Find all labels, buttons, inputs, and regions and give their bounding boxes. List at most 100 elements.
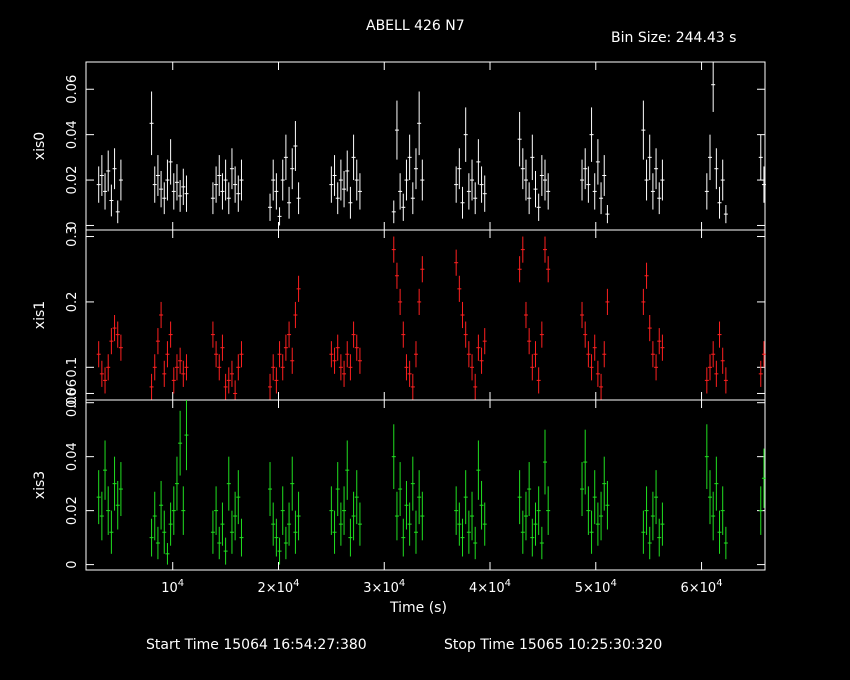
data-point-xis3 [226,456,231,511]
data-point-xis0 [112,148,117,190]
data-point-xis3 [404,480,409,530]
data-point-xis0 [723,205,728,224]
data-point-xis0 [599,182,604,215]
data-point-xis1 [283,334,288,361]
data-point-xis1 [580,301,585,329]
data-point-xis0 [271,159,276,201]
data-point-xis1 [404,354,409,381]
data-point-xis0 [335,182,340,215]
data-point-xis1 [454,249,459,276]
data-point-xis0 [654,148,659,190]
panel-frame-xis0 [85,61,766,231]
data-point-xis3 [118,462,123,517]
data-point-xis0 [233,166,238,203]
data-point-xis1 [152,354,157,381]
data-point-xis1 [149,373,154,400]
data-point-xis0 [290,148,295,190]
data-point-xis0 [236,175,241,212]
data-point-xis0 [178,180,183,212]
data-point-xis3 [357,502,362,546]
data-point-xis0 [592,173,597,210]
data-point-xis0 [647,134,652,181]
data-point-xis1 [184,354,189,381]
data-point-xis0 [476,139,481,185]
data-point-xis0 [152,166,157,203]
data-point-xis0 [348,186,353,219]
data-point-xis0 [657,182,662,215]
data-point-xis0 [171,173,176,210]
data-point-xis0 [155,155,160,196]
data-point-xis3 [220,502,225,546]
data-point-xis1 [413,341,418,368]
data-point-xis1 [720,347,725,374]
data-point-xis0 [586,166,591,203]
data-point-xis0 [168,139,173,185]
data-point-xis3 [454,486,459,535]
data-point-xis0 [165,159,170,201]
data-point-xis0 [530,134,535,181]
data-point-xis1 [470,354,475,381]
data-point-xis0 [398,173,403,210]
data-point-xis1 [641,288,646,315]
data-point-xis3 [714,456,719,511]
data-point-xis1 [162,360,167,387]
y-tick-label: 0.1 [65,357,80,378]
data-point-xis0 [214,166,219,203]
data-point-xis1 [407,360,412,387]
data-point-xis3 [283,526,288,560]
data-point-xis1 [517,256,522,283]
data-point-xis1 [723,367,728,394]
data-point-xis1 [342,360,347,387]
data-point-xis1 [714,360,719,387]
data-point-xis3 [647,526,652,560]
data-point-xis3 [407,502,412,546]
data-point-xis0 [660,159,665,201]
data-point-xis1 [118,334,123,361]
data-point-xis3 [165,543,170,565]
data-point-xis0 [401,193,406,221]
data-point-xis1 [96,341,101,368]
data-point-xis1 [178,347,183,374]
data-point-xis3 [605,480,610,530]
data-point-xis0 [720,159,725,201]
data-point-xis1 [644,262,649,289]
data-point-xis3 [338,502,343,546]
data-point-xis3 [103,440,108,500]
lightcurve-plot: 00.020.040.06xis00.060.10.20.3xis100.020… [32,61,766,596]
data-point-xis1 [394,262,399,289]
data-point-xis0 [717,186,722,219]
data-point-xis0 [704,173,709,210]
data-point-xis0 [602,155,607,196]
data-point-xis3 [517,470,522,525]
data-point-xis1 [717,321,722,348]
y-axis-label-xis1: xis1 [32,301,48,329]
data-point-xis1 [530,354,535,381]
data-point-xis3 [592,470,597,525]
data-point-xis1 [239,341,244,368]
data-point-xis1 [290,347,295,374]
data-point-xis0 [280,159,285,201]
data-point-xis3 [214,486,219,535]
data-point-xis3 [293,510,298,554]
data-point-xis3 [239,518,244,557]
data-point-xis0 [407,134,412,181]
data-point-xis3 [351,491,356,541]
data-point-xis1 [229,360,234,387]
data-point-xis1 [280,354,285,381]
data-point-xis3 [420,491,425,541]
data-point-xis0 [229,148,234,190]
data-point-xis3 [527,462,532,517]
data-point-xis0 [338,159,343,201]
data-point-xis1 [533,341,538,368]
data-point-xis3 [159,480,164,530]
data-point-xis0 [650,173,655,210]
data-point-xis0 [404,159,409,201]
data-point-xis3 [539,526,544,560]
data-point-xis0 [184,175,189,212]
data-point-xis3 [184,400,189,471]
data-point-xis1 [115,321,120,348]
panel-frame-xis3 [85,399,766,571]
data-point-xis0 [332,155,337,196]
data-point-xis1 [159,301,164,329]
data-point-xis0 [268,193,273,221]
